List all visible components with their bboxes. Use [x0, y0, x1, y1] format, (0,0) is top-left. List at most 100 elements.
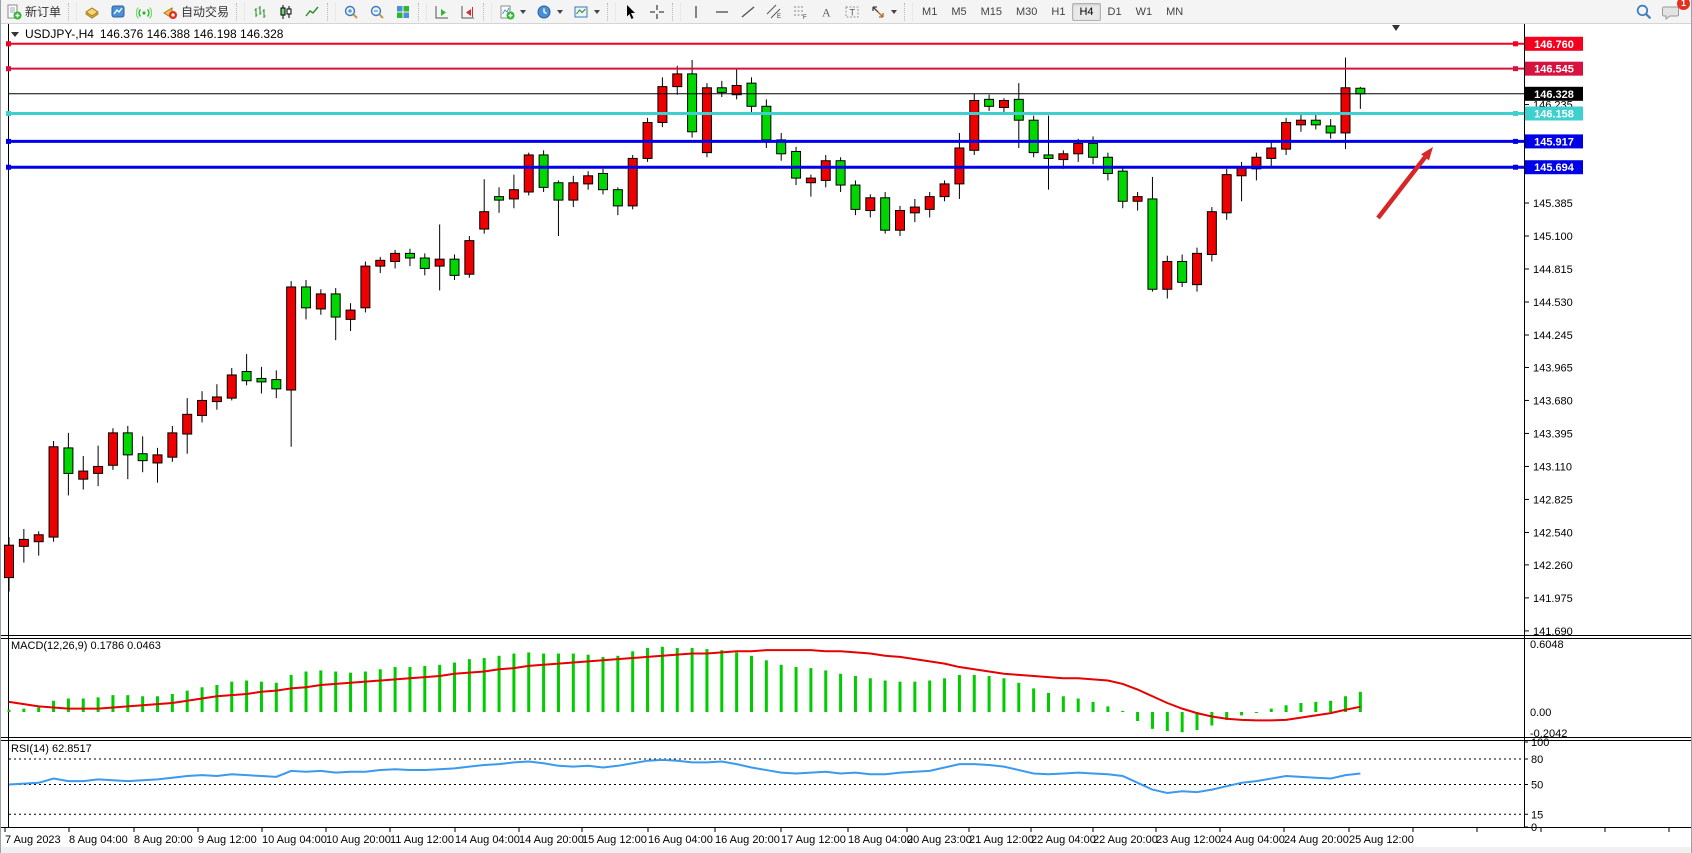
line-handle[interactable] — [1513, 139, 1518, 144]
timeframe-w1[interactable]: W1 — [1129, 3, 1160, 21]
macd-histogram-bar — [631, 651, 634, 712]
time-tick-label: 18 Aug 04:00 — [848, 834, 913, 846]
timeframe-m15[interactable]: M15 — [974, 3, 1009, 21]
timeframe-m5[interactable]: M5 — [944, 3, 973, 21]
periods-button[interactable] — [531, 0, 568, 24]
timeframe-d1[interactable]: D1 — [1101, 3, 1129, 21]
time-tick-label: 8 Aug 20:00 — [134, 834, 193, 846]
timeframe-mn[interactable]: MN — [1159, 3, 1190, 21]
data-window-button[interactable] — [105, 0, 131, 24]
macd-histogram-bar — [468, 659, 471, 712]
autotrading-button[interactable]: 自动交易 — [157, 0, 234, 24]
candle-body — [361, 266, 370, 308]
line-handle[interactable] — [1513, 111, 1518, 116]
macd-histogram-bar — [705, 649, 708, 712]
chart-collapse-icon[interactable] — [11, 32, 19, 37]
cursor-icon — [623, 4, 639, 20]
zoom-out-button[interactable] — [364, 0, 390, 24]
new-order-button[interactable]: 新订单 — [1, 0, 66, 24]
timeframe-m1[interactable]: M1 — [915, 3, 944, 21]
templates-button[interactable] — [568, 0, 605, 24]
candle-body — [688, 74, 697, 132]
vline-icon — [688, 4, 704, 20]
trendline-button[interactable] — [735, 0, 761, 24]
notifications-button[interactable]: 1 — [1657, 0, 1685, 24]
toolbar-separator — [672, 3, 681, 21]
market-watch-button[interactable] — [79, 0, 105, 24]
candle-body — [1148, 199, 1157, 289]
market-watch-icon — [84, 4, 100, 20]
price-tick-label: 144.245 — [1533, 330, 1573, 342]
time-tick-label: 17 Aug 12:00 — [781, 834, 846, 846]
price-tick-label: 143.965 — [1533, 362, 1573, 374]
macd-histogram-bar — [1136, 712, 1139, 721]
signals-button[interactable] — [131, 0, 157, 24]
candle-body — [1044, 155, 1053, 158]
candle-body — [212, 397, 221, 402]
line-handle[interactable] — [6, 111, 11, 116]
candle-body — [999, 101, 1008, 108]
candle-body — [509, 190, 518, 199]
svg-text:F: F — [803, 15, 807, 20]
cursor-button[interactable] — [618, 0, 644, 24]
macd-histogram-bar — [1359, 692, 1362, 712]
tile-windows-button[interactable] — [390, 0, 416, 24]
channel-button[interactable]: E — [761, 0, 787, 24]
price-tick-label: 145.100 — [1533, 231, 1573, 243]
crosshair-button[interactable] — [644, 0, 670, 24]
timeframe-h1[interactable]: H1 — [1044, 3, 1072, 21]
candle-body — [391, 253, 400, 261]
candle-body — [747, 83, 756, 106]
candle-body — [123, 433, 132, 455]
line-handle[interactable] — [1513, 165, 1518, 170]
chart-shift-button[interactable] — [455, 0, 481, 24]
bar-chart-button[interactable] — [247, 0, 273, 24]
timeframe-h4[interactable]: H4 — [1072, 3, 1100, 21]
macd-histogram-bar — [899, 682, 902, 712]
candle-body — [108, 433, 117, 465]
price-line-badge-label: 146.158 — [1534, 108, 1574, 120]
indicators-button[interactable] — [494, 0, 531, 24]
line-handle[interactable] — [1513, 66, 1518, 71]
macd-histogram-bar — [379, 669, 382, 712]
macd-histogram-bar — [423, 666, 426, 712]
hline-button[interactable] — [709, 0, 735, 24]
line-handle[interactable] — [6, 66, 11, 71]
zoom-out-icon — [369, 4, 385, 20]
fibonacci-button[interactable]: F — [787, 0, 813, 24]
candle-body — [985, 99, 994, 106]
macd-histogram-bar — [795, 667, 798, 712]
candlestick-icon — [278, 4, 294, 20]
candlestick-button[interactable] — [273, 0, 299, 24]
autoscroll-button[interactable] — [429, 0, 455, 24]
macd-histogram-bar — [542, 654, 545, 712]
chart-canvas[interactable]: 146.235145.385145.100144.815144.530144.2… — [1, 0, 1692, 853]
line-handle[interactable] — [6, 165, 11, 170]
macd-histogram-bar — [1210, 712, 1213, 725]
candle-body — [524, 155, 533, 192]
line-handle[interactable] — [1513, 41, 1518, 46]
macd-histogram-bar — [512, 654, 515, 712]
timeframe-m30[interactable]: M30 — [1009, 3, 1044, 21]
line-handle[interactable] — [6, 139, 11, 144]
line-handle[interactable] — [6, 41, 11, 46]
text-button[interactable]: A — [813, 0, 839, 24]
macd-histogram-bar — [1047, 693, 1050, 712]
dropdown-caret-icon — [557, 10, 563, 14]
line-chart-button[interactable] — [299, 0, 325, 24]
time-tick-label: 22 Aug 20:00 — [1093, 834, 1158, 846]
price-tick-label: 144.815 — [1533, 264, 1573, 276]
toolbar-separator — [68, 3, 77, 21]
macd-histogram-bar — [394, 667, 397, 712]
search-button[interactable] — [1630, 0, 1657, 24]
zoom-in-button[interactable] — [338, 0, 364, 24]
label-button[interactable]: T — [839, 0, 865, 24]
signals-icon — [136, 4, 152, 20]
macd-histogram-bar — [616, 656, 619, 712]
macd-histogram-bar — [111, 695, 114, 712]
vline-button[interactable] — [683, 0, 709, 24]
shapes-button[interactable] — [865, 0, 902, 24]
macd-histogram-bar — [750, 656, 753, 712]
svg-text:A: A — [822, 5, 831, 19]
time-tick-label: 10 Aug 04:00 — [262, 834, 327, 846]
